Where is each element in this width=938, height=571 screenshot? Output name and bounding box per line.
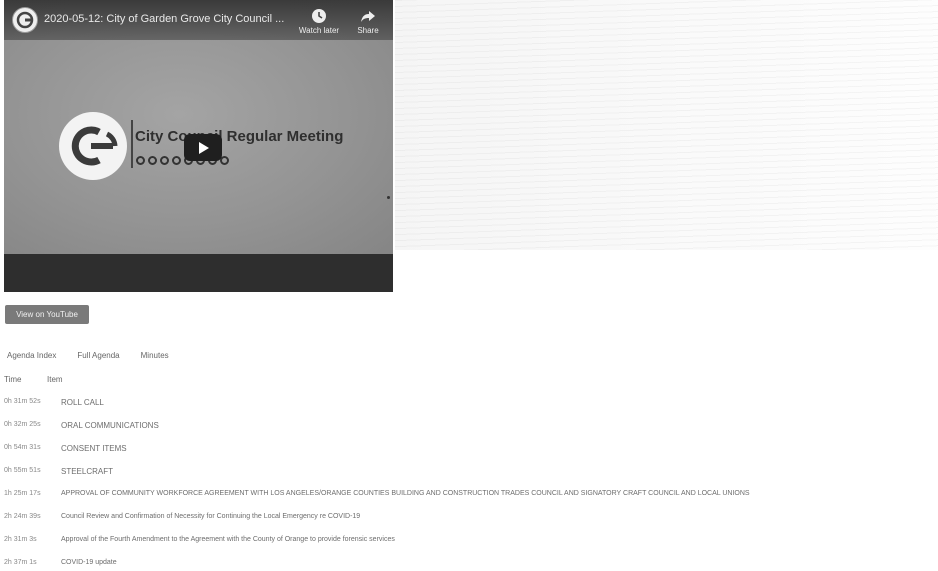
row-item: Council Review and Confirmation of Neces… [61,513,361,520]
tab-minutes[interactable]: Minutes [141,351,169,360]
table-row[interactable]: 0h 31m 52s ROLL CALL [4,398,934,410]
share-arrow-icon [361,11,375,22]
row-item: ORAL COMMUNICATIONS [61,421,159,430]
table-row[interactable]: 2h 37m 1s COVID-19 update [4,559,934,571]
row-item: CONSENT ITEMS [61,444,127,453]
watch-later-label: Watch later [298,26,340,35]
play-button[interactable] [184,134,222,161]
table-row[interactable]: 0h 32m 25s ORAL COMMUNICATIONS [4,421,934,433]
video-title[interactable]: 2020-05-12: City of Garden Grove City Co… [44,13,284,25]
share-label: Share [357,26,379,35]
thumbnail-title: City Council Regular Meeting [135,128,344,145]
player-bottom-bar [4,254,393,292]
clock-icon [312,9,326,23]
row-item: APPROVAL OF COMMUNITY WORKFORCE AGREEMEN… [61,490,750,497]
item-column-header: Item [47,375,63,384]
title-divider [131,120,133,168]
agenda-tabs: Agenda Index Full Agenda Minutes [7,351,169,360]
share-button[interactable]: Share [343,8,393,35]
side-marker [387,196,390,199]
table-row[interactable]: 2h 31m 3s Approval of the Fourth Amendme… [4,536,934,548]
city-logo-icon [59,112,127,180]
row-time[interactable]: 2h 37m 1s [4,559,58,566]
table-row[interactable]: 0h 54m 31s CONSENT ITEMS [4,444,934,456]
row-time[interactable]: 1h 25m 17s [4,490,58,497]
table-row[interactable]: 2h 24m 39s Council Review and Confirmati… [4,513,934,525]
channel-logo-icon[interactable] [12,7,38,33]
row-item: Approval of the Fourth Amendment to the … [61,536,395,543]
video-player[interactable]: 2020-05-12: City of Garden Grove City Co… [4,0,393,292]
table-header: Time Item [4,375,204,387]
table-row[interactable]: 1h 25m 17s APPROVAL OF COMMUNITY WORKFOR… [4,490,934,502]
tab-agenda-index[interactable]: Agenda Index [7,351,56,360]
play-icon [199,141,209,154]
view-on-youtube-button[interactable]: View on YouTube [5,305,89,324]
row-item: COVID-19 update [61,559,117,566]
tab-full-agenda[interactable]: Full Agenda [77,351,119,360]
watch-later-button[interactable]: Watch later [294,8,344,35]
row-time[interactable]: 2h 31m 3s [4,536,58,543]
table-row[interactable]: 0h 55m 51s STEELCRAFT [4,467,934,479]
row-item: STEELCRAFT [61,467,114,476]
row-time[interactable]: 0h 32m 25s [4,421,58,428]
row-time[interactable]: 0h 55m 51s [4,467,58,474]
player-top-bar: 2020-05-12: City of Garden Grove City Co… [4,0,393,40]
row-item: ROLL CALL [61,398,104,407]
background-texture [395,0,938,250]
time-column-header: Time [4,375,22,384]
row-time[interactable]: 0h 31m 52s [4,398,58,405]
row-time[interactable]: 2h 24m 39s [4,513,58,520]
row-time[interactable]: 0h 54m 31s [4,444,58,451]
